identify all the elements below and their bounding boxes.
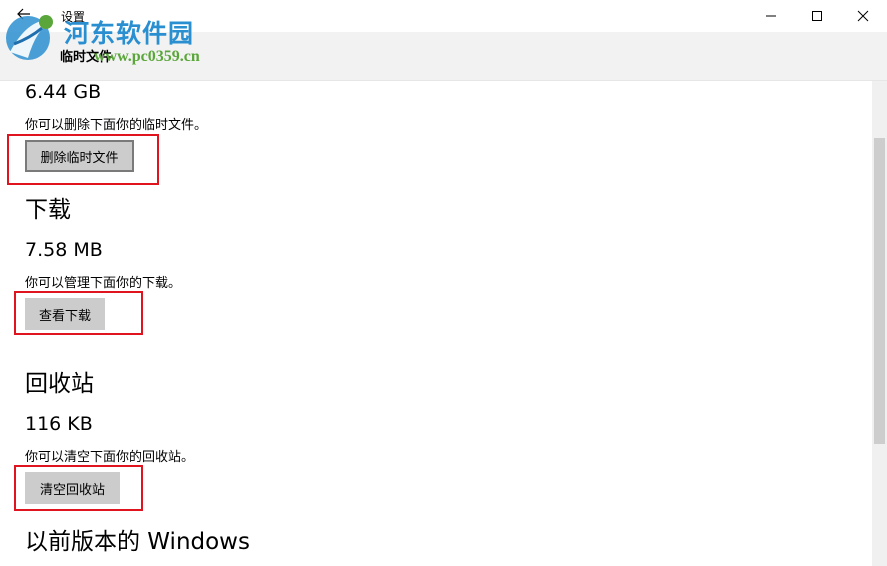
minimize-icon [765, 7, 777, 26]
downloads-title: 下载 [25, 197, 71, 223]
settings-window: 设置 临时文件 河东软件园 www.pc0359.cn 6.44 GB 你可以删… [0, 0, 887, 566]
watermark-logo: 河东软件园 www.pc0359.cn [2, 6, 217, 72]
temp-files-size: 6.44 GB [25, 81, 102, 103]
delete-temp-files-button[interactable]: 删除临时文件 [25, 140, 134, 172]
recycle-bin-description: 你可以清空下面你的回收站。 [25, 450, 195, 465]
empty-recycle-bin-button[interactable]: 清空回收站 [25, 472, 120, 504]
temp-files-description: 你可以删除下面你的临时文件。 [25, 118, 208, 133]
downloads-description: 你可以管理下面你的下载。 [25, 276, 182, 291]
content-area: 6.44 GB 你可以删除下面你的临时文件。 删除临时文件 下载 7.58 MB… [0, 81, 872, 566]
watermark-site-name: 河东软件园 [64, 19, 195, 48]
downloads-size: 7.58 MB [25, 239, 103, 261]
recycle-bin-size: 116 KB [25, 413, 93, 435]
vertical-scrollbar[interactable] [872, 81, 887, 566]
watermark-site-url: www.pc0359.cn [94, 48, 200, 65]
close-icon [857, 7, 869, 26]
scrollbar-thumb[interactable] [874, 138, 885, 444]
previous-windows-title: 以前版本的 Windows [25, 529, 250, 555]
view-downloads-button[interactable]: 查看下载 [25, 298, 105, 330]
maximize-icon [811, 7, 823, 26]
recycle-bin-title: 回收站 [25, 371, 94, 397]
maximize-button[interactable] [794, 0, 840, 32]
watermark-emblem-icon [6, 15, 53, 60]
close-button[interactable] [840, 0, 886, 32]
minimize-button[interactable] [748, 0, 794, 32]
